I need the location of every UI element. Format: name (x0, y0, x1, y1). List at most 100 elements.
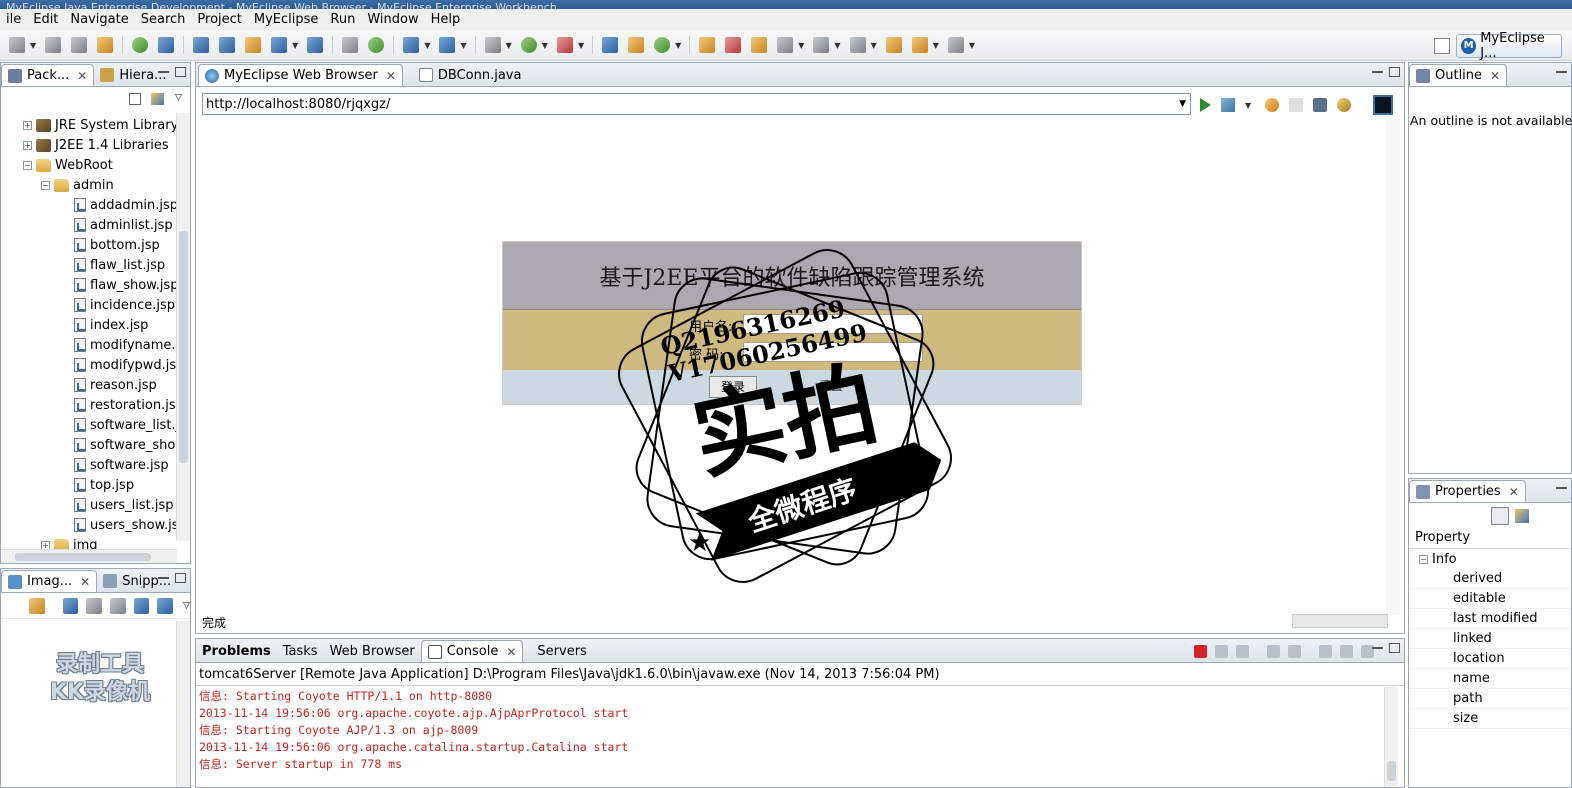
tree-item[interactable]: adminlist.jsp (61, 215, 173, 235)
password-input[interactable] (743, 342, 923, 362)
back-icon[interactable] (911, 37, 928, 53)
tab-console[interactable]: Console ✕ (420, 640, 524, 662)
tab-tasks[interactable]: Tasks (277, 640, 324, 662)
menu-project[interactable]: Project (191, 12, 247, 27)
property-row[interactable]: path (1409, 689, 1571, 709)
new-icon[interactable] (9, 37, 25, 53)
url-history-dropdown-icon[interactable]: ▼ (1179, 99, 1186, 109)
property-category[interactable]: − Info (1409, 549, 1571, 569)
package-icon[interactable] (97, 37, 114, 53)
maximize-icon[interactable] (1389, 643, 1400, 653)
property-row[interactable]: name (1409, 669, 1571, 689)
forward-icon[interactable] (947, 37, 964, 53)
forward-icon[interactable] (1289, 98, 1304, 112)
viewport-scrollbar[interactable] (1386, 119, 1400, 615)
url-text[interactable]: http://localhost:8080/rjqxgz/ (206, 97, 390, 112)
view-menu-icon[interactable]: ▽ (183, 601, 190, 611)
menu-run[interactable]: Run (324, 12, 361, 27)
tab-problems[interactable]: Problems (196, 640, 277, 662)
minimize-icon[interactable] (158, 576, 169, 579)
stop-icon[interactable] (1313, 98, 1328, 112)
login-button[interactable]: 登录 (709, 376, 757, 398)
debug-dropdown-icon[interactable]: ▼ (506, 41, 512, 50)
menu-edit[interactable]: Edit (27, 12, 64, 27)
tree-item[interactable]: restoration.js (61, 395, 176, 415)
close-icon[interactable]: ✕ (1509, 485, 1519, 499)
actual-size-icon[interactable] (133, 597, 150, 614)
tab-web-browser[interactable]: MyEclipse Web Browser ✕ (198, 64, 403, 86)
property-row[interactable]: editable (1409, 589, 1571, 609)
deploy-icon[interactable] (132, 37, 149, 53)
previous-annotation-icon[interactable] (849, 37, 866, 53)
sync-icon[interactable] (654, 37, 671, 53)
run-icon[interactable] (520, 37, 537, 53)
zoom-in-icon[interactable] (110, 597, 126, 614)
image-thumb-icon[interactable] (62, 597, 79, 614)
tab-properties[interactable]: Properties ✕ (1409, 480, 1526, 502)
new-web-project-icon[interactable] (193, 37, 210, 53)
globe-icon[interactable] (307, 37, 324, 53)
menu-myeclipse[interactable]: MyEclipse (248, 12, 325, 27)
property-row[interactable]: location (1409, 649, 1571, 669)
go-icon[interactable] (1200, 98, 1211, 112)
remove-launch-icon[interactable] (1215, 645, 1228, 658)
property-row[interactable]: linked (1409, 629, 1571, 649)
zoom-out-icon[interactable] (86, 597, 103, 614)
back-icon[interactable] (1265, 98, 1280, 112)
scroll-lock-icon[interactable] (1288, 645, 1301, 658)
dropdown-icon[interactable]: ▼ (424, 41, 430, 50)
expand-icon[interactable]: + (23, 140, 32, 150)
tree-item[interactable]: index.jsp (61, 315, 148, 335)
close-icon[interactable]: ✕ (386, 69, 396, 83)
tree-item[interactable]: software.jsp (61, 455, 169, 475)
open-folder-icon[interactable] (699, 37, 716, 53)
url-bar[interactable]: http://localhost:8080/rjqxgz/ ▼ (202, 93, 1191, 115)
menu-window[interactable]: Window (361, 12, 424, 27)
menu-help[interactable]: Help (425, 12, 467, 27)
menu-search[interactable]: Search (135, 12, 192, 27)
scrollbar-thumb[interactable] (1387, 761, 1396, 781)
tree-item[interactable]: reason.jsp (61, 375, 157, 395)
next-annotation-icon[interactable] (813, 37, 830, 53)
tree-item[interactable]: bottom.jsp (61, 235, 160, 255)
open-type-icon[interactable] (342, 37, 359, 53)
print-icon[interactable] (71, 37, 88, 53)
preview-icon[interactable] (1373, 95, 1394, 115)
pin-icon[interactable] (725, 37, 742, 53)
tree-item[interactable]: modifypwd.js (61, 355, 176, 375)
pin-console-icon[interactable] (1319, 645, 1332, 658)
link-with-editor-icon[interactable] (151, 93, 164, 105)
tree-item[interactable]: incidence.jsp (61, 295, 175, 315)
console-scrollbar[interactable] (1384, 687, 1398, 787)
collapse-icon[interactable]: − (41, 180, 50, 190)
property-row[interactable]: derived (1409, 569, 1571, 589)
dropdown-icon[interactable]: ▼ (292, 41, 298, 50)
scrollbar-thumb[interactable] (179, 231, 188, 463)
collapse-icon[interactable]: − (23, 160, 32, 170)
refresh-icon[interactable] (368, 37, 385, 53)
reset-button[interactable]: 重置 (819, 376, 867, 398)
username-input[interactable] (743, 314, 923, 334)
tree-item[interactable]: addadmin.jsp (61, 195, 178, 215)
tree-item[interactable]: + J2EE 1.4 Libraries (23, 135, 169, 155)
refresh-image-icon[interactable] (29, 597, 45, 614)
tree-item[interactable]: users_show.js (61, 515, 179, 535)
new-servlet-icon[interactable] (271, 37, 288, 53)
display-console-icon[interactable] (1340, 645, 1353, 658)
property-row[interactable]: size (1409, 709, 1571, 729)
new-java-class-icon[interactable] (403, 37, 420, 53)
dropdown-icon[interactable]: ▼ (871, 41, 877, 50)
options-dropdown-icon[interactable]: ▼ (1245, 101, 1251, 110)
scrollbar-thumb[interactable] (15, 553, 151, 561)
dropdown-icon[interactable]: ▼ (675, 41, 681, 50)
maximize-icon[interactable] (1389, 67, 1400, 77)
fit-icon[interactable] (157, 597, 174, 614)
tab-image-viewer[interactable]: Imag... ✕ (1, 570, 98, 592)
minimize-icon[interactable] (1556, 70, 1567, 73)
terminate-icon[interactable] (1194, 645, 1207, 658)
remove-all-icon[interactable] (1236, 645, 1249, 658)
refresh-icon[interactable] (1337, 98, 1352, 112)
image-panel-scrollbar[interactable] (176, 621, 190, 787)
back-dropdown-icon[interactable]: ▼ (933, 41, 939, 50)
minimize-icon[interactable] (1372, 646, 1383, 649)
